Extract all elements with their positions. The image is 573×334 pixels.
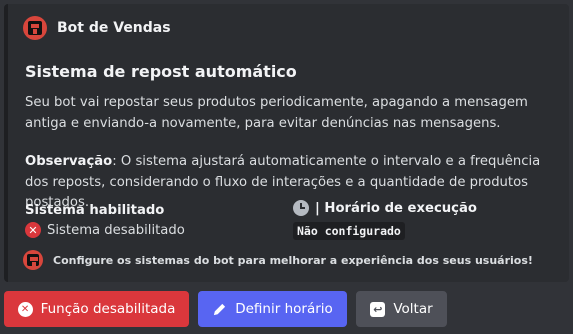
status-text: Sistema desabilitado	[47, 222, 185, 238]
author-name[interactable]: Bot de Vendas	[57, 20, 171, 36]
x-circle-icon: ✕	[17, 301, 33, 317]
set-schedule-button[interactable]: Definir horário	[198, 291, 347, 327]
embed-title: Sistema de repost automático	[25, 62, 297, 81]
embed-card: Bot de Vendas Sistema de repost automáti…	[4, 4, 569, 282]
embed-description: Seu bot vai repostar seus produtos perio…	[25, 95, 528, 131]
clock-icon	[293, 200, 309, 216]
field-name-schedule: | Horário de execução	[293, 200, 477, 216]
bot-avatar-icon	[23, 250, 43, 270]
back-arrow-icon: ↩	[370, 301, 386, 317]
pencil-icon	[212, 302, 227, 317]
back-label: Voltar	[393, 301, 433, 317]
field-name-enabled: Sistema habilitado	[25, 203, 165, 218]
bot-avatar-icon[interactable]	[23, 16, 47, 40]
embed-author: Bot de Vendas	[23, 16, 171, 40]
schedule-value: Não configurado	[293, 222, 405, 240]
set-schedule-label: Definir horário	[235, 301, 333, 317]
function-disabled-button[interactable]: ✕ Função desabilitada	[4, 291, 189, 327]
schedule-field-label: | Horário de execução	[315, 200, 477, 216]
embed-footer: Configure os sistemas do bot para melhor…	[23, 250, 533, 270]
note-label: Observação	[25, 154, 113, 169]
back-button[interactable]: ↩ Voltar	[356, 291, 447, 327]
footer-text: Configure os sistemas do bot para melhor…	[53, 253, 533, 267]
function-disabled-label: Função desabilitada	[40, 301, 176, 317]
field-value-enabled: ✕ Sistema desabilitado	[25, 222, 185, 238]
x-circle-icon: ✕	[25, 222, 41, 238]
